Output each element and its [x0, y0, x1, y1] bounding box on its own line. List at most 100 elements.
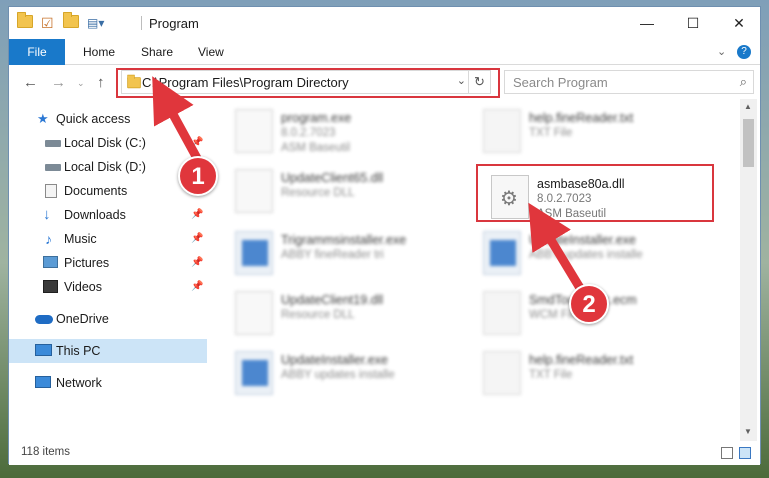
- maximize-button[interactable]: ☐: [670, 7, 716, 39]
- nav-item-onedrive[interactable]: OneDrive: [9, 307, 207, 331]
- forward-arrow-icon[interactable]: →: [51, 74, 66, 91]
- text-file-icon: [483, 109, 521, 153]
- file-icon: [235, 109, 273, 153]
- tab-view[interactable]: View: [186, 39, 236, 65]
- pin-icon[interactable]: 📌: [191, 227, 203, 251]
- vertical-scrollbar[interactable]: ▲ ▼: [740, 99, 757, 441]
- file-item[interactable]: UpdateClient19.dll Resource DLL: [231, 287, 461, 339]
- file-name: UpdateInstaller.exe: [281, 353, 389, 367]
- status-bar: 118 items: [9, 441, 760, 465]
- file-name: program.exe: [281, 111, 352, 125]
- help-icon[interactable]: ?: [737, 45, 751, 59]
- ribbon-tabs: File Home Share View ⌄ ?: [9, 39, 760, 65]
- computer-icon: [35, 344, 52, 356]
- file-item[interactable]: UpdateInstaller.exe ABBY updates install…: [231, 347, 461, 399]
- file-detail: 8.0.2.7023: [281, 127, 336, 139]
- ribbon-expand-icon[interactable]: ⌄: [717, 45, 726, 58]
- nav-label: Pictures: [64, 256, 110, 270]
- nav-label: Local Disk (D:): [64, 160, 146, 174]
- scroll-up-icon[interactable]: ▲: [744, 102, 752, 111]
- file-detail: TXT File: [529, 369, 573, 381]
- navigation-pane: ★ Quick access Local Disk (C:) 📌 Local D…: [9, 99, 207, 441]
- folder-icon: [17, 12, 33, 33]
- title-divider: [141, 16, 142, 30]
- music-icon: ♪: [45, 231, 52, 247]
- download-icon: ↓: [43, 206, 51, 223]
- file-item[interactable]: program.exe 8.0.2.7023 ASM Baseutil: [231, 105, 461, 157]
- exe-file-icon: [483, 231, 521, 275]
- nav-item-pictures[interactable]: Pictures 📌: [9, 251, 207, 275]
- minimize-button[interactable]: —: [624, 7, 670, 39]
- file-item[interactable]: help.fineReader.txt TXT File: [479, 347, 709, 399]
- file-name: UpdateInstaller.exe: [529, 233, 637, 247]
- up-arrow-icon[interactable]: ↑: [97, 74, 105, 91]
- customize-toolbar-icon[interactable]: ▤▾: [87, 15, 117, 33]
- address-highlight-box: [116, 68, 500, 98]
- nav-item-this-pc[interactable]: This PC: [9, 339, 207, 363]
- file-name: UpdateClient65.dll: [281, 171, 384, 185]
- pin-icon[interactable]: 📌: [191, 131, 203, 155]
- file-detail: ABBY updates installe: [529, 249, 643, 261]
- pin-icon[interactable]: 📌: [191, 251, 203, 275]
- nav-item-quick-access[interactable]: ★ Quick access: [9, 107, 207, 131]
- item-count: 118 items: [21, 446, 71, 458]
- close-button[interactable]: ✕: [716, 7, 762, 39]
- nav-item-documents[interactable]: Documents 📌: [9, 179, 207, 203]
- exe-file-icon: [235, 351, 273, 395]
- tab-home[interactable]: Home: [71, 39, 127, 65]
- nav-item-videos[interactable]: Videos 📌: [9, 275, 207, 299]
- nav-item-network[interactable]: Network: [9, 371, 207, 395]
- pin-icon[interactable]: 📌: [191, 275, 203, 299]
- file-detail: TXT File: [529, 127, 573, 139]
- explorer-window: ☑ ▤▾ Program — ☐ ✕ File Home Share View …: [8, 6, 761, 465]
- nav-item-music[interactable]: ♪ Music 📌: [9, 227, 207, 251]
- file-detail: Resource DLL: [281, 187, 355, 199]
- nav-label: Quick access: [56, 112, 131, 126]
- nav-label: Documents: [64, 184, 128, 198]
- tiles-view-icon[interactable]: [739, 447, 751, 459]
- dll-file-icon: [235, 169, 273, 213]
- recent-locations-icon[interactable]: ⌄: [77, 78, 85, 89]
- file-item[interactable]: Trigrammsinstaller.exe ABBY fineReader t…: [231, 227, 461, 279]
- file-item[interactable]: help.fineReader.txt TXT File: [479, 105, 709, 157]
- back-arrow-icon[interactable]: ←: [23, 74, 38, 91]
- title-bar: ☑ ▤▾ Program — ☐ ✕: [9, 7, 760, 39]
- file-detail: ABBY updates installe: [281, 369, 395, 381]
- file-name: Trigrammsinstaller.exe: [281, 233, 407, 247]
- window-title: Program: [149, 16, 199, 31]
- search-box[interactable]: Search Program ⌕: [504, 70, 754, 94]
- tab-share[interactable]: Share: [129, 39, 185, 65]
- address-row: ← → ⌄ ↑ C:\Program Files\Program Directo…: [9, 65, 760, 99]
- scroll-thumb[interactable]: [743, 119, 754, 167]
- file-detail: ASM Baseutil: [281, 142, 351, 154]
- file-highlight-box: [476, 164, 714, 222]
- nav-label: Local Disk (C:): [64, 136, 146, 150]
- details-view-icon[interactable]: [721, 447, 733, 459]
- file-name: help.fineReader.txt: [529, 111, 634, 125]
- tab-file[interactable]: File: [9, 39, 65, 65]
- file-name: UpdateClient19.dll: [281, 293, 384, 307]
- documents-icon: [45, 184, 57, 198]
- dll-file-icon: [235, 291, 273, 335]
- pin-icon[interactable]: 📌: [191, 203, 203, 227]
- search-icon[interactable]: ⌕: [740, 74, 747, 90]
- new-folder-icon[interactable]: [63, 12, 79, 33]
- nav-item-downloads[interactable]: ↓ Downloads 📌: [9, 203, 207, 227]
- properties-icon[interactable]: ☑: [41, 15, 57, 33]
- cloud-icon: [35, 315, 53, 324]
- file-view: program.exe 8.0.2.7023 ASM Baseutil help…: [207, 99, 740, 441]
- nav-item-local-disk-c[interactable]: Local Disk (C:) 📌: [9, 131, 207, 155]
- file-name: help.fineReader.txt: [529, 353, 634, 367]
- text-file-icon: [483, 351, 521, 395]
- network-icon: [35, 376, 51, 388]
- star-icon: ★: [37, 111, 49, 126]
- nav-label: Music: [64, 232, 97, 246]
- file-icon: [483, 291, 521, 335]
- file-item[interactable]: UpdateInstaller.exe ABBY updates install…: [479, 227, 709, 279]
- file-item[interactable]: UpdateClient65.dll Resource DLL: [231, 165, 461, 217]
- exe-file-icon: [235, 231, 273, 275]
- step-1-badge: 1: [178, 156, 218, 196]
- file-detail: Resource DLL: [281, 309, 355, 321]
- search-placeholder: Search Program: [513, 75, 608, 90]
- scroll-down-icon[interactable]: ▼: [744, 427, 752, 436]
